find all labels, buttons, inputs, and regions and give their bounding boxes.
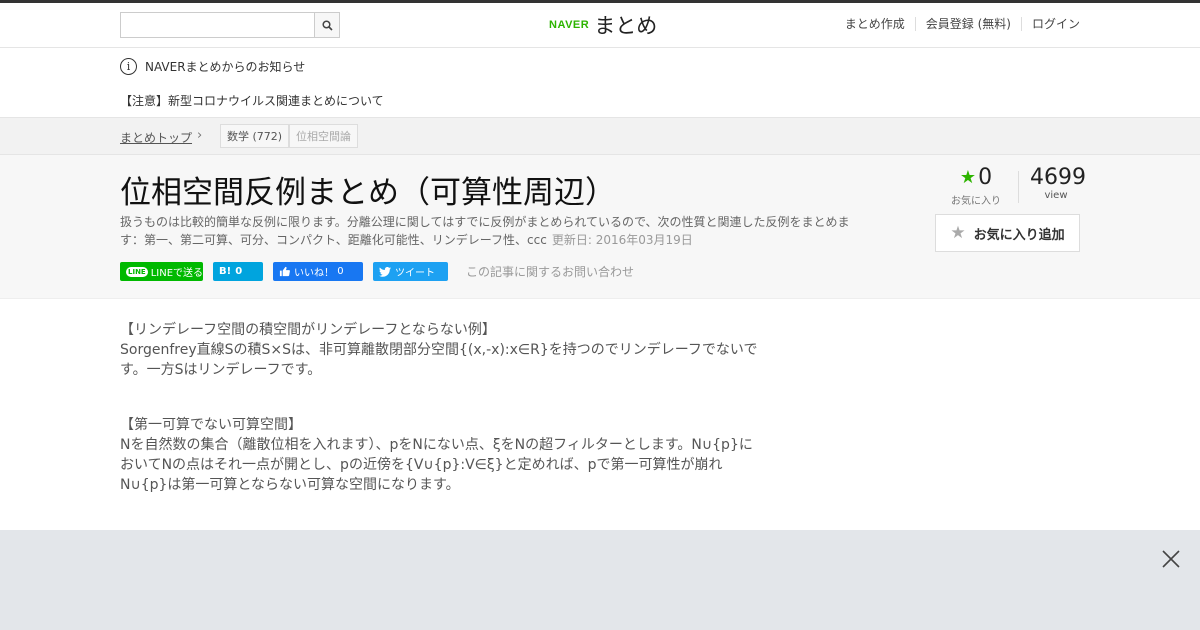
- line-share-button[interactable]: LINE LINEで送る: [120, 262, 203, 281]
- description-text: 扱うものは比較的簡単な反例に限ります。分離公理に関してはすでに反例がまとめられて…: [120, 215, 850, 247]
- hatena-count: 0: [235, 266, 243, 277]
- tag-topology[interactable]: 位相空間論: [289, 124, 358, 148]
- tag-math-count: (772): [252, 129, 283, 143]
- thumbs-up-icon: [279, 266, 290, 277]
- content-text: Sorgenfrey直線Sの積S×Sは、非可算離散閉部分空間{(x,-x):x∈…: [120, 342, 758, 378]
- views-stat: 4699 view: [1030, 165, 1086, 201]
- logo-naver: NAVER: [549, 19, 590, 31]
- chevron-right-icon: ›: [197, 128, 203, 143]
- views-label: view: [1044, 190, 1068, 201]
- search-box: [120, 12, 340, 38]
- notice-heading: i NAVERまとめからのお知らせ: [120, 58, 305, 75]
- facebook-like-button[interactable]: いいね！ 0: [273, 262, 363, 281]
- nav-register[interactable]: 会員登録 (無料): [914, 17, 1021, 31]
- share-bar: LINE LINEで送る B! 0 いいね！ 0 ツイート この記事に関するお問…: [120, 262, 634, 281]
- close-icon[interactable]: [1162, 548, 1180, 572]
- article-description: 扱うものは比較的簡単な反例に限ります。分離公理に関してはすでに反例がまとめられて…: [120, 213, 850, 249]
- favorites-count-row: ★ 0: [950, 165, 1002, 190]
- star-icon: ★: [959, 167, 977, 188]
- tweet-label: ツイート: [395, 268, 435, 279]
- content-block: 【第一可算でない可算空間】 Nを自然数の集合（離散位相を入れます）、pをNにない…: [120, 415, 760, 495]
- star-outline-icon: ★: [950, 223, 966, 243]
- facebook-like-count: 0: [337, 266, 344, 277]
- content-heading: 【リンデレーフ空間の積空間がリンデレーフとならない例】: [120, 322, 496, 338]
- content-block: 【リンデレーフ空間の積空間がリンデレーフとならない例】 Sorgenfrey直線…: [120, 320, 760, 380]
- twitter-bird-icon: [379, 266, 391, 277]
- line-icon: LINE: [126, 266, 148, 277]
- breadcrumb: まとめトップ › 数学 (772) 位相空間論: [0, 118, 1200, 155]
- header-nav: まとめ作成 会員登録 (無料) ログイン: [835, 17, 1080, 31]
- info-icon: i: [120, 58, 137, 75]
- favorites-stat: ★ 0 お気に入り: [950, 165, 1002, 207]
- site-header: NAVER まとめ まとめ作成 会員登録 (無料) ログイン: [0, 3, 1200, 48]
- add-favorite-button[interactable]: ★ お気に入り追加: [935, 214, 1080, 252]
- line-share-label: LINEで送る: [150, 268, 204, 279]
- stat-divider: [1018, 171, 1019, 203]
- search-icon: [321, 19, 333, 31]
- article-body: 【リンデレーフ空間の積空間がリンデレーフとならない例】 Sorgenfrey直線…: [120, 320, 760, 530]
- article-title: 位相空間反例まとめ（可算性周辺）: [120, 175, 616, 211]
- notice-area: i NAVERまとめからのお知らせ 【注意】新型コロナウイルス関連まとめについて: [0, 48, 1200, 118]
- hatena-icon: B!: [219, 266, 232, 277]
- updated-date: 更新日: 2016年03月19日: [551, 233, 693, 247]
- notice-heading-text: NAVERまとめからのお知らせ: [145, 60, 306, 74]
- article-header: 位相空間反例まとめ（可算性周辺） 扱うものは比較的簡単な反例に限ります。分離公理…: [0, 155, 1200, 299]
- search-input[interactable]: [121, 13, 314, 37]
- logo-matome: まとめ: [594, 14, 658, 38]
- add-favorite-label: お気に入り追加: [973, 227, 1065, 243]
- content-text: Nを自然数の集合（離散位相を入れます）、pをNにない点、ξをNの超フィルターとし…: [120, 437, 753, 493]
- tweet-button[interactable]: ツイート: [373, 262, 448, 281]
- ad-overlay: [0, 530, 1200, 630]
- notice-item-link[interactable]: 【注意】新型コロナウイルス関連まとめについて: [120, 92, 384, 109]
- views-count: 4699: [1030, 165, 1086, 190]
- contact-link[interactable]: この記事に関するお問い合わせ: [466, 263, 634, 280]
- favorites-label: お気に入り: [951, 196, 1001, 207]
- facebook-like-label: いいね！: [294, 268, 334, 279]
- favorites-count: 0: [978, 165, 993, 190]
- search-button[interactable]: [314, 13, 339, 37]
- tag-math[interactable]: 数学 (772): [220, 124, 290, 148]
- tag-math-label: 数学: [227, 130, 249, 143]
- nav-login[interactable]: ログイン: [1020, 17, 1080, 31]
- content-heading: 【第一可算でない可算空間】: [120, 417, 302, 433]
- site-logo[interactable]: NAVER まとめ: [549, 9, 657, 41]
- breadcrumb-top-link[interactable]: まとめトップ: [120, 129, 192, 146]
- nav-create-matome[interactable]: まとめ作成: [835, 17, 915, 31]
- hatena-bookmark-button[interactable]: B! 0: [213, 262, 263, 281]
